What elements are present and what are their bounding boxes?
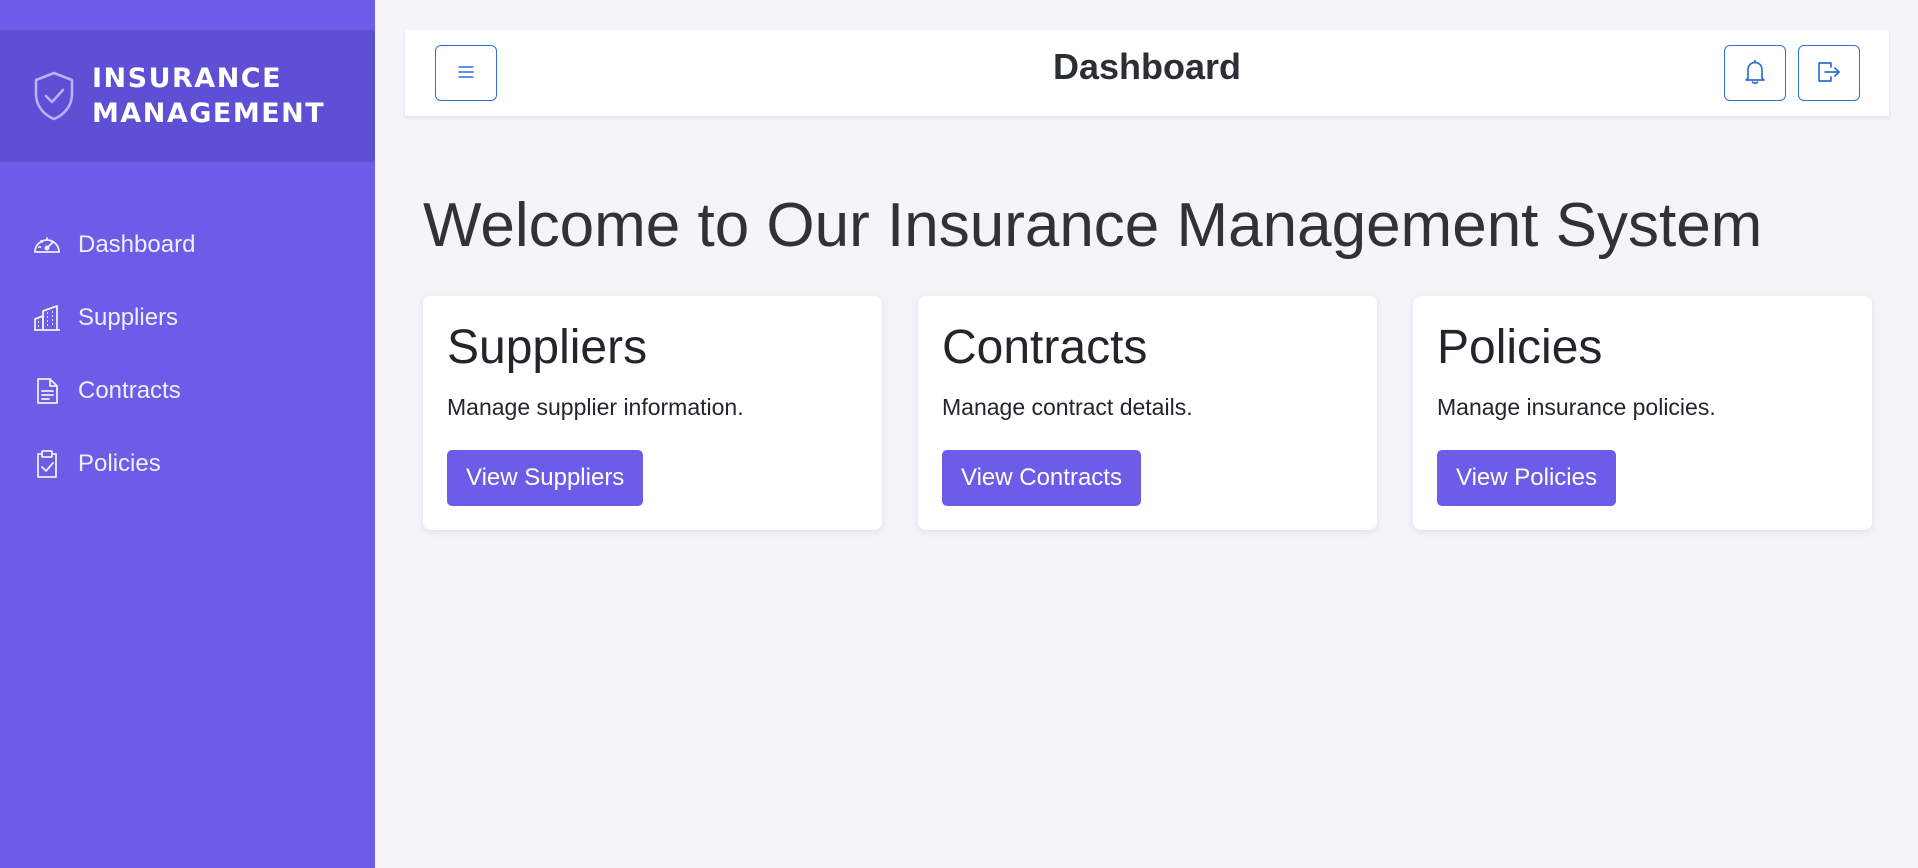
buildings-icon xyxy=(32,303,62,333)
sidebar-item-label: Policies xyxy=(78,449,161,477)
logout-button[interactable] xyxy=(1798,45,1860,101)
policies-card: Policies Manage insurance policies. View… xyxy=(1413,296,1872,530)
suppliers-card: Suppliers Manage supplier information. V… xyxy=(423,296,882,530)
shield-check-icon xyxy=(32,70,76,122)
card-description: Manage supplier information. xyxy=(447,394,744,420)
document-text-icon xyxy=(32,376,62,406)
view-policies-button[interactable]: View Policies xyxy=(1437,450,1616,506)
card-title: Contracts xyxy=(942,321,1148,374)
sidebar: Insurance Management Dashboard xyxy=(0,0,375,868)
brand-line-1: Insurance xyxy=(92,63,283,94)
card-description: Manage contract details. xyxy=(942,394,1193,420)
contracts-card: Contracts Manage contract details. View … xyxy=(918,296,1377,530)
speedometer-icon xyxy=(32,230,62,260)
notifications-button[interactable] xyxy=(1724,45,1786,101)
brand: Insurance Management xyxy=(0,30,375,162)
page-title: Dashboard xyxy=(1052,46,1242,87)
clipboard-check-icon xyxy=(32,449,62,479)
sidebar-item-suppliers[interactable]: Suppliers xyxy=(0,281,375,354)
sidebar-item-policies[interactable]: Policies xyxy=(0,427,375,500)
sidebar-item-contracts[interactable]: Contracts xyxy=(0,354,375,427)
menu-toggle-button[interactable] xyxy=(435,45,497,101)
sidebar-item-dashboard[interactable]: Dashboard xyxy=(0,208,375,281)
card-title: Policies xyxy=(1437,321,1603,374)
card-title: Suppliers xyxy=(447,321,648,374)
view-suppliers-button[interactable]: View Suppliers xyxy=(447,450,644,506)
hamburger-menu-icon xyxy=(456,64,476,83)
sidebar-item-label: Dashboard xyxy=(78,230,196,258)
sidebar-item-label: Suppliers xyxy=(78,303,179,331)
sidebar-item-label: Contracts xyxy=(78,376,181,404)
view-contracts-button[interactable]: View Contracts xyxy=(942,450,1141,506)
bell-icon xyxy=(1744,59,1766,88)
brand-name: Insurance Management xyxy=(92,61,325,131)
card-description: Manage insurance policies. xyxy=(1437,394,1716,420)
welcome-heading: Welcome to Our Insurance Management Syst… xyxy=(423,191,1763,260)
logout-icon xyxy=(1816,60,1842,87)
top-header: Dashboard xyxy=(405,30,1889,116)
brand-line-2: Management xyxy=(92,98,326,129)
sidebar-nav: Dashboard Suppliers Contracts Policies xyxy=(0,208,375,500)
